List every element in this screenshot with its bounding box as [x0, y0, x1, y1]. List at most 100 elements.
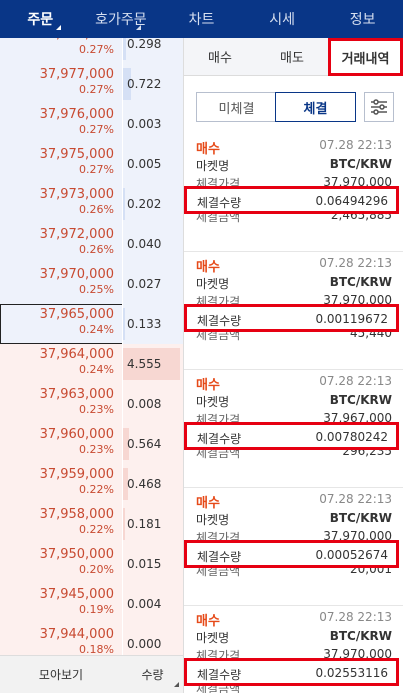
order-quantity: 0.040	[127, 237, 162, 251]
trade-card: 매수 07.28 22:13 마켓명 BTC/KRW 체결가격 37,970,000 체결금…	[184, 134, 403, 252]
unfilled-label: 미체결	[218, 101, 255, 117]
market-value: BTC/KRW	[329, 511, 392, 525]
order-quantity: 0.298	[127, 38, 162, 51]
orderbook-row[interactable]: 37,945,000 0.19% 0.004	[0, 584, 183, 624]
orderbook-row[interactable]: 37,975,000 0.27% 0.005	[0, 144, 183, 184]
price-cell: 37,944,000 0.18%	[0, 624, 122, 655]
market-value: BTC/KRW	[329, 275, 392, 289]
price-cell: 37,970,000 0.25%	[0, 264, 122, 304]
trade-header: 매수 07.28 22:13	[196, 492, 392, 511]
change-rate: 0.22%	[79, 523, 114, 536]
trade-header: 매수 07.28 22:13	[196, 138, 392, 157]
price-cell: 37,950,000 0.20%	[0, 544, 122, 584]
orderbook-row[interactable]: 37,960,000 0.23% 0.564	[0, 424, 183, 464]
top-nav: 주문 호가주문 차트 시세 정보	[0, 0, 403, 38]
quantity-value: 0.00119672	[315, 312, 388, 326]
tab-market-price[interactable]: 시세	[242, 0, 323, 38]
group-view-button[interactable]: 모아보기	[0, 656, 122, 693]
orderbook-row[interactable]: 37,965,000 0.24% 0.133	[0, 304, 183, 344]
quantity-value: 0.00052674	[315, 548, 388, 562]
order-price: 37,976,000	[39, 107, 114, 122]
orderbook-row[interactable]: 37,973,000 0.26% 0.202	[0, 184, 183, 224]
order-price: 37,973,000	[39, 187, 114, 202]
quantity-highlight: 체결수량 0.06494296	[184, 186, 399, 214]
tab-order-label: 주문	[27, 12, 54, 28]
order-price: 37,945,000	[39, 587, 114, 602]
orderbook-row[interactable]: 37,944,000 0.18% 0.000	[0, 624, 183, 655]
orderbook-row[interactable]: 37,963,000 0.23% 0.008	[0, 384, 183, 424]
orderbook-row[interactable]: 37,977,000 0.27% 0.722	[0, 64, 183, 104]
quantity-cell: 0.468	[122, 464, 183, 504]
order-quantity: 0.003	[127, 117, 162, 131]
quantity-highlight: 체결수량 0.00780242	[184, 422, 399, 450]
market-value: BTC/KRW	[329, 157, 392, 171]
tab-buy[interactable]: 매수	[184, 38, 256, 75]
quantity-toggle-button[interactable]: 수량	[122, 656, 183, 693]
orderbook-row[interactable]: 37,970,000 0.25% 0.027	[0, 264, 183, 304]
orderbook: 37,978,0000.27%0.29837,977,0000.27%0.722…	[0, 38, 183, 655]
depth-bar	[123, 188, 125, 220]
change-rate: 0.27%	[79, 43, 114, 56]
order-quantity: 0.005	[127, 157, 162, 171]
price-cell: 37,977,000 0.27%	[0, 64, 122, 104]
orderbook-row[interactable]: 37,964,000 0.24% 4.555	[0, 344, 183, 384]
orderbook-row[interactable]: 37,950,000 0.20% 0.015	[0, 544, 183, 584]
filter-button[interactable]	[364, 92, 394, 122]
change-rate: 0.20%	[79, 563, 114, 576]
price-cell: 37,960,000 0.23%	[0, 424, 122, 464]
quantity-label: 체결수량	[197, 196, 242, 210]
quantity-label: 체결수량	[197, 314, 242, 328]
trade-card: 매수 07.28 22:13 마켓명 BTC/KRW 체결가격 37,970,000 체결금…	[184, 606, 403, 693]
change-rate: 0.24%	[79, 363, 114, 376]
market-label: 마켓명	[196, 513, 230, 527]
order-price: 37,959,000	[39, 467, 114, 482]
price-cell: 37,975,000 0.27%	[0, 144, 122, 184]
quantity-highlight: 체결수량 0.00119672	[184, 304, 399, 332]
tab-order[interactable]: 주문	[0, 0, 81, 38]
price-cell: 37,976,000 0.27%	[0, 104, 122, 144]
unfilled-button[interactable]: 미체결	[197, 93, 276, 121]
quantity-value: 0.00780242	[315, 430, 388, 444]
change-rate: 0.27%	[79, 123, 114, 136]
tab-sell[interactable]: 매도	[256, 38, 328, 75]
change-rate: 0.23%	[79, 443, 114, 456]
order-quantity: 0.015	[127, 557, 162, 571]
market-line: 마켓명 BTC/KRW	[196, 393, 392, 409]
filled-button[interactable]: 체결	[275, 92, 356, 122]
orderbook-row[interactable]: 37,976,000 0.27% 0.003	[0, 104, 183, 144]
trade-header: 매수 07.28 22:13	[196, 610, 392, 629]
quantity-cell: 0.000	[122, 624, 183, 655]
change-rate: 0.22%	[79, 483, 114, 496]
trade-time: 07.28 22:13	[319, 610, 392, 624]
order-quantity: 4.555	[127, 357, 162, 371]
order-quantity: 0.564	[127, 437, 162, 451]
change-rate: 0.19%	[79, 603, 114, 616]
depth-bar	[123, 508, 125, 540]
trade-type: 매수	[196, 614, 220, 629]
tab-quote-order[interactable]: 호가주문	[81, 0, 162, 38]
dropdown-corner-icon	[174, 682, 179, 687]
trade-type: 매수	[196, 496, 220, 511]
orderbook-row[interactable]: 37,978,0000.27% 0.298	[0, 38, 183, 64]
orderbook-row[interactable]: 37,958,000 0.22% 0.181	[0, 504, 183, 544]
quantity-cell: 0.181	[122, 504, 183, 544]
orderbook-row[interactable]: 37,959,000 0.22% 0.468	[0, 464, 183, 504]
quantity-value: 0.06494296	[315, 194, 388, 208]
orderbook-row[interactable]: 37,972,000 0.26% 0.040	[0, 224, 183, 264]
change-rate: 0.25%	[79, 283, 114, 296]
quantity-cell: 0.005	[122, 144, 183, 184]
trade-card: 매수 07.28 22:13 마켓명 BTC/KRW 체결가격 37,970,000 체결금…	[184, 252, 403, 370]
tab-info[interactable]: 정보	[322, 0, 403, 38]
change-rate: 0.26%	[79, 203, 114, 216]
tab-info-label: 정보	[349, 12, 376, 28]
order-price: 37,958,000	[39, 507, 114, 522]
change-rate: 0.18%	[79, 643, 114, 655]
tab-chart[interactable]: 차트	[161, 0, 242, 38]
tab-chart-label: 차트	[188, 12, 215, 28]
status-segment: 미체결 체결	[196, 92, 356, 122]
quantity-cell: 0.015	[122, 544, 183, 584]
tab-trade-history[interactable]: 거래내역	[328, 38, 403, 76]
quantity-cell: 0.133	[122, 304, 183, 344]
price-cell: 37,963,000 0.23%	[0, 384, 122, 424]
trade-time: 07.28 22:13	[319, 374, 392, 388]
